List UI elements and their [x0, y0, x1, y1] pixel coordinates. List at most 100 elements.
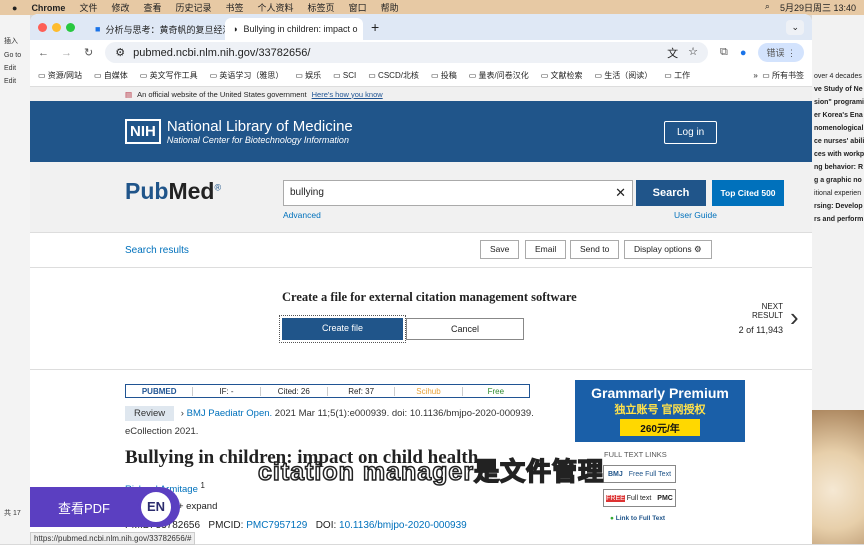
top-cited-button[interactable]: Top Cited 500 — [712, 180, 784, 206]
page-count: 共 17 — [4, 510, 21, 517]
bookmark-folder[interactable]: ▭ 英文写作工具 — [140, 70, 198, 81]
next-result[interactable]: NEXT RESULT 2 of 11,943 — [729, 302, 783, 335]
bookmark-folder[interactable]: ▭ 英语学习（雅思） — [210, 70, 284, 81]
menu-view[interactable]: 查看 — [143, 1, 161, 14]
cancel-button[interactable]: Cancel — [406, 318, 524, 340]
full-text-links-heading: FULL TEXT LINKS — [604, 450, 667, 459]
grammarly-ad[interactable]: Grammarly Premium 独立账号 官网授权 260元/年 — [575, 380, 745, 442]
review-badge: Review — [125, 406, 175, 421]
bookmark-folder[interactable]: ▭ 自媒体 — [94, 70, 128, 81]
email-button[interactable]: Email — [525, 240, 567, 259]
menu-tabs[interactable]: 标签页 — [308, 1, 335, 14]
bookmark-folder[interactable]: ▭ 生活（阅读） — [595, 70, 653, 81]
goto-item[interactable]: Go to — [0, 49, 30, 62]
menu-file[interactable]: 文件 — [79, 1, 97, 14]
more-bookmarks-button[interactable]: » ▭ 所有书签 — [753, 70, 812, 81]
menu-help[interactable]: 帮助 — [381, 1, 399, 14]
bmj-full-text-link[interactable]: BMJ Free Full Text — [603, 465, 676, 483]
link360-icon: ● — [610, 515, 614, 522]
clock[interactable]: 5月29日周三 13:40 — [780, 1, 856, 14]
tab-title: Bullying in children: impact o — [243, 24, 358, 34]
clear-icon[interactable]: ✕ — [615, 186, 626, 199]
search-button[interactable]: Search — [636, 180, 706, 206]
free-link[interactable]: Free — [463, 387, 529, 396]
journal-link[interactable]: BMJ Paediatr Open. — [187, 408, 273, 419]
extensions-icon[interactable]: ⧉ — [720, 46, 728, 59]
menu-profile[interactable]: 个人资料 — [258, 1, 294, 14]
edit-item[interactable]: Edit — [0, 75, 30, 88]
send-to-button[interactable]: Send to — [570, 240, 620, 259]
user-guide-link[interactable]: User Guide — [674, 210, 717, 220]
tab-analysis[interactable]: ■分析与思考：黄奇帆的复旦经济✕ — [87, 18, 225, 40]
how-you-know-link[interactable]: Here's how you know — [312, 90, 383, 99]
url-text: pubmed.ncbi.nlm.nih.gov/33782656/ — [133, 46, 311, 59]
link-to-full-text[interactable]: ● Link to Full Text — [610, 515, 665, 522]
profile-icon[interactable]: ● — [740, 47, 747, 59]
nlm-subtitle: National Center for Biotechnology Inform… — [166, 135, 349, 145]
menu-history[interactable]: 历史记录 — [176, 1, 212, 14]
tab-pubmed[interactable]: ◗ Bullying in children: impact o ✕ — [225, 18, 363, 40]
minimize-window-button[interactable] — [52, 22, 61, 32]
list-item: itional experien — [814, 190, 862, 197]
advanced-link[interactable]: Advanced — [283, 210, 321, 220]
pmc-full-text-link[interactable]: FREE Full text PMC — [603, 489, 676, 507]
pubmed-plugin-logo: PUBMED — [126, 386, 194, 396]
reload-icon[interactable]: ↻ — [84, 46, 93, 59]
translate-icon[interactable]: 文 — [667, 45, 678, 61]
list-item: sion" programi — [814, 99, 864, 106]
doi-link[interactable]: 10.1136/bmjpo-2020-000939 — [339, 520, 467, 531]
pmcid-link[interactable]: PMC7957129 — [246, 520, 307, 531]
create-file-button[interactable]: Create file — [279, 315, 406, 343]
gov-banner: ▤ An official website of the United Stat… — [30, 87, 812, 101]
display-options-button[interactable]: Display options ⚙ — [624, 240, 712, 259]
menu-app[interactable]: Chrome — [31, 3, 65, 13]
bookmark-folder[interactable]: ▭ 文献检索 — [541, 70, 583, 81]
back-icon[interactable]: ← — [38, 47, 49, 59]
apple-icon[interactable]: ● — [12, 3, 17, 13]
language-toggle[interactable]: EN — [138, 489, 174, 525]
ref-count[interactable]: Ref: 37 — [328, 386, 396, 396]
pubmed-logo[interactable]: PubMed® — [125, 178, 221, 205]
impact-factor: IF: - — [193, 386, 261, 396]
login-button[interactable]: Log in — [664, 121, 718, 144]
tab-bar: ■ 分析与思考：黄奇帆的复旦经济 ✕ ◗ Bullying in children: … — [30, 14, 812, 40]
insert-tab[interactable]: 插入 — [0, 33, 30, 49]
bookmark-star-icon[interactable]: ☆ — [688, 45, 698, 61]
bookmark-folder[interactable]: ▭ 娱乐 — [295, 70, 321, 81]
search-results-link[interactable]: Search results — [125, 245, 189, 256]
menu-bookmarks[interactable]: 书签 — [226, 1, 244, 14]
bookmark-folder[interactable]: ▭ SCI — [333, 71, 356, 80]
menu-edit[interactable]: 修改 — [111, 1, 129, 14]
nih-logo[interactable]: NIH — [125, 119, 161, 144]
bookmark-folder[interactable]: ▭ CSCD/北核 — [368, 70, 419, 81]
nlm-title[interactable]: National Library of Medicine — [167, 118, 353, 135]
citation-manager-panel: Create a file for external citation mana… — [30, 268, 812, 370]
bookmark-folder[interactable]: ▭ 工作 — [664, 70, 690, 81]
status-bar-url: https://pubmed.ncbi.nlm.nih.gov/33782656… — [30, 532, 196, 545]
chevron-right-icon[interactable]: › — [790, 302, 799, 333]
url-input[interactable]: ⚙ pubmed.ncbi.nlm.nih.gov/33782656/ 文 ☆ — [105, 42, 708, 63]
new-tab-button[interactable]: + — [371, 19, 379, 35]
save-button[interactable]: Save — [480, 240, 520, 259]
tab-search-chevron-icon[interactable]: ⌄ — [786, 19, 804, 35]
menu-window[interactable]: 窗口 — [349, 1, 367, 14]
gear-icon: ⚙ — [694, 244, 702, 254]
bookmark-folder[interactable]: ▭ 投稿 — [431, 70, 457, 81]
account-error-button[interactable]: 错误 ⋮ — [758, 43, 804, 62]
site-info-icon[interactable]: ⚙ — [115, 46, 125, 59]
search-section: PubMed® bullying ✕ Search Top Cited 500 A… — [30, 162, 812, 232]
bookmark-folder[interactable]: ▭ 量表/问卷汉化 — [469, 70, 529, 81]
close-window-button[interactable] — [38, 22, 47, 32]
forward-icon[interactable]: → — [61, 47, 72, 59]
bookmark-folder[interactable]: ▭ 资源/网站 — [38, 70, 82, 81]
search-input[interactable]: bullying ✕ — [283, 180, 633, 206]
desktop-photo — [812, 410, 864, 544]
cited-count[interactable]: Cited: 26 — [261, 386, 328, 396]
close-tab-icon[interactable]: ✕ — [363, 24, 364, 35]
maximize-window-button[interactable] — [66, 22, 75, 32]
search-icon[interactable]: ⌕ — [765, 1, 770, 14]
edit-item[interactable]: Edit — [0, 62, 30, 75]
list-item: ve Study of Ne — [814, 86, 863, 93]
expand-button[interactable]: + expand — [178, 501, 217, 512]
scihub-link[interactable]: Scihub — [395, 386, 463, 396]
